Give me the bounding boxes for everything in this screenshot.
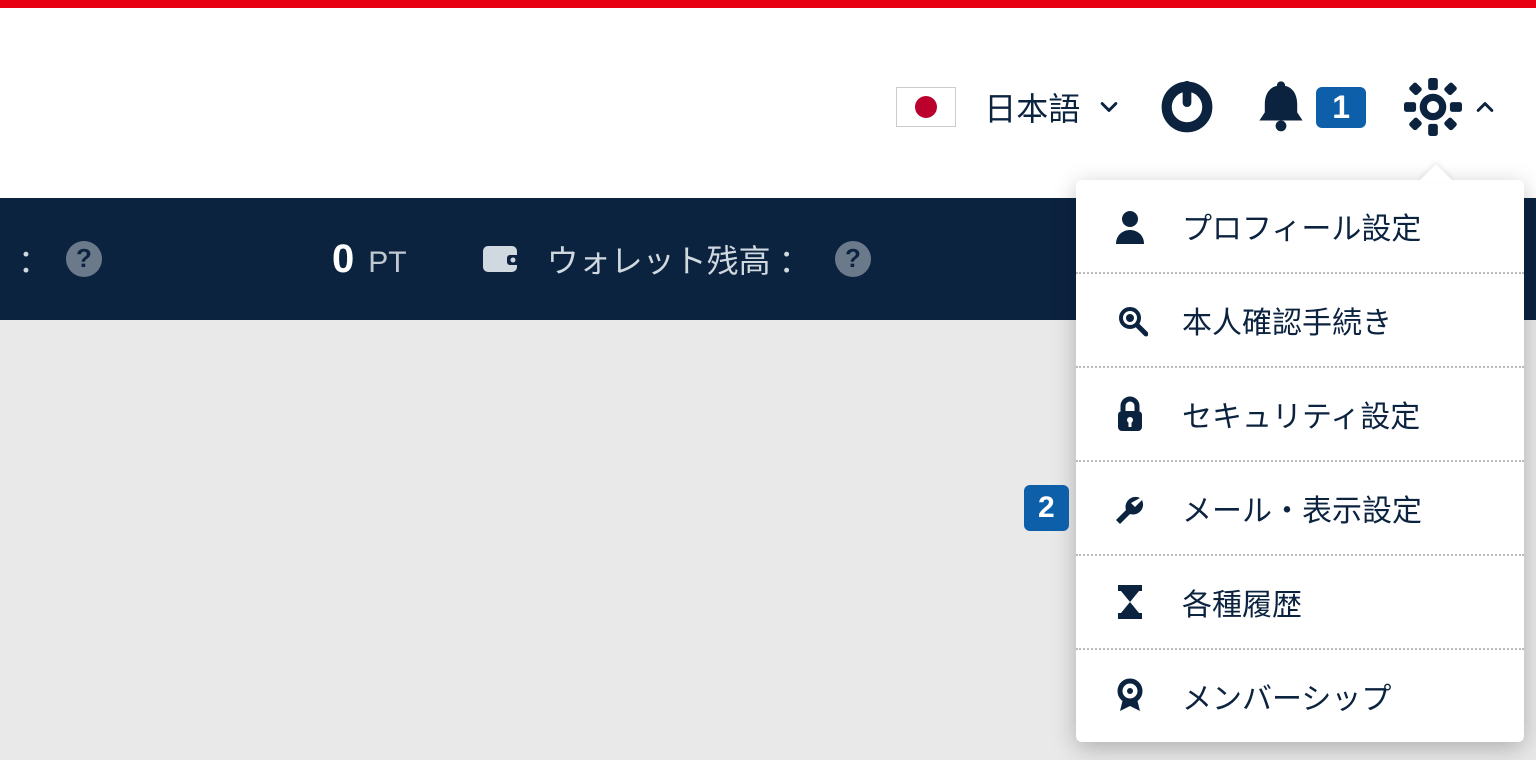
bell-icon (1254, 80, 1308, 134)
accent-stripe (0, 0, 1536, 8)
menu-item-mail-display[interactable]: 2 メール・表示設定 (1076, 462, 1524, 556)
wallet-icon (479, 240, 523, 278)
menu-item-label: セキュリティ設定 (1182, 392, 1420, 436)
identity-icon (1108, 302, 1152, 338)
menu-item-profile[interactable]: プロフィール設定 (1076, 180, 1524, 274)
wallet-label: ウォレット残高 (547, 236, 771, 282)
power-icon[interactable] (1158, 78, 1216, 136)
status-colon: ： (18, 236, 50, 282)
chevron-down-icon (1098, 99, 1120, 115)
wallet-block: ウォレット残高 ： (479, 236, 871, 282)
wallet-colon: ： (779, 236, 811, 282)
settings-button[interactable] (1404, 78, 1496, 136)
menu-item-label: メール・表示設定 (1182, 486, 1422, 530)
menu-item-label: 各種履歴 (1182, 580, 1302, 624)
menu-item-membership[interactable]: メンバーシップ (1076, 650, 1524, 742)
notifications-button[interactable]: 1 (1254, 80, 1366, 134)
menu-item-label: 本人確認手続き (1182, 298, 1392, 342)
award-icon (1108, 677, 1152, 715)
menu-item-identity[interactable]: 本人確認手続き (1076, 274, 1524, 368)
wallet-label-wrap: ウォレット残高 ： (547, 236, 811, 282)
wrench-icon (1108, 490, 1152, 526)
status-first-group: ： (18, 236, 102, 282)
gear-icon (1404, 78, 1462, 136)
menu-item-badge: 2 (1024, 485, 1069, 531)
points-value: 0 (332, 237, 354, 282)
language-label: 日本語 (984, 84, 1080, 130)
menu-item-history[interactable]: 各種履歴 (1076, 556, 1524, 650)
user-icon (1108, 208, 1152, 244)
hourglass-icon (1108, 583, 1152, 621)
menu-item-label: プロフィール設定 (1182, 204, 1421, 248)
language-label-wrap: 日本語 (984, 84, 1120, 130)
language-selector[interactable]: 日本語 (896, 84, 1120, 130)
top-bar-right: 日本語 1 (896, 78, 1496, 136)
top-bar: 日本語 1 (0, 8, 1536, 198)
points-unit: PT (368, 246, 406, 280)
settings-dropdown: プロフィール設定 本人確認手続き セキュリティ設定 2 メール・表示設定 各種履… (1076, 180, 1524, 742)
menu-item-label: メンバーシップ (1182, 674, 1391, 718)
help-icon[interactable] (835, 241, 871, 277)
menu-item-security[interactable]: セキュリティ設定 (1076, 368, 1524, 462)
lock-icon (1108, 395, 1152, 433)
notification-badge: 1 (1316, 87, 1366, 128)
flag-japan-icon (896, 87, 956, 127)
chevron-up-icon (1474, 99, 1496, 115)
points-block: 0 PT (332, 237, 407, 282)
help-icon[interactable] (66, 241, 102, 277)
